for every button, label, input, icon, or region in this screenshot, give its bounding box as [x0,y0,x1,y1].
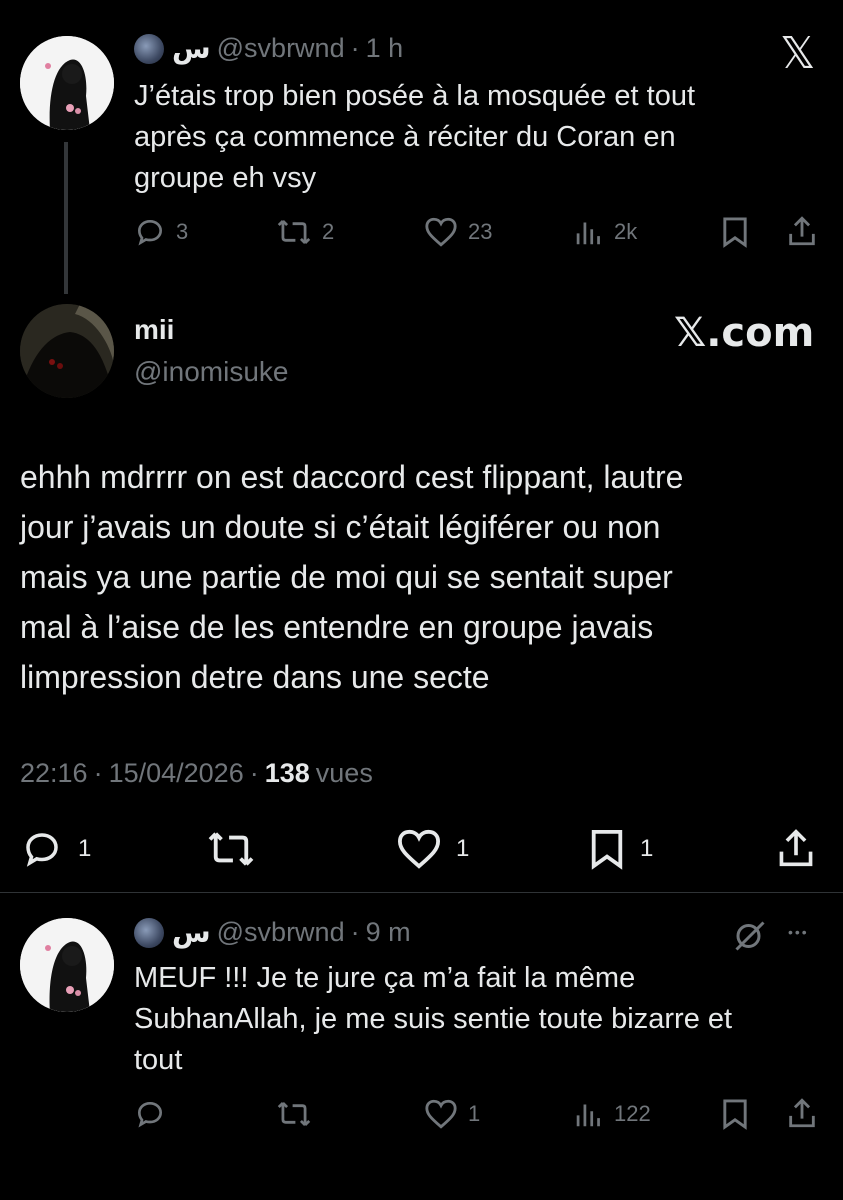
like-button[interactable]: 1 [424,1098,480,1130]
bookmark-icon [588,828,626,870]
avatar[interactable] [20,304,114,398]
tweet-text-line: groupe eh vsy [134,162,317,194]
tweet-text-line: tout [134,1044,183,1076]
bookmark-icon[interactable] [720,216,750,248]
timestamp[interactable]: 9 m [366,917,411,948]
moon-emoji-icon [134,33,164,64]
reply-button[interactable]: 1 [20,828,91,870]
retweet-icon[interactable] [276,1098,312,1130]
tweet-header: س @svbrwnd · 1 h [134,32,403,65]
heart-icon [424,216,458,248]
heart-icon [424,1098,458,1130]
retweet-icon[interactable] [206,828,256,870]
reply-icon [134,216,166,248]
like-count: 23 [468,219,493,244]
tweet-meta: 22:16 · 15/04/2026 · 138 vues [20,758,373,789]
handle[interactable]: @svbrwnd [217,917,345,948]
tweet-text-line: MEUF !!! Je te jure ça m’a fait la même [134,962,636,994]
reply-icon [20,828,64,870]
share-icon[interactable] [776,826,816,870]
views-count: 138 [264,758,310,788]
reply-icon[interactable] [134,1098,166,1130]
views-button[interactable]: 122 [574,1098,651,1130]
retweet-button[interactable]: 2 [276,216,334,248]
timestamp[interactable]: 1 h [366,33,404,64]
like-button[interactable]: 1 [396,828,469,870]
tweet-header: س @svbrwnd · 9 m [134,916,411,949]
display-name[interactable]: mii [134,314,174,346]
tweet-date[interactable]: 15/04/2026 [109,758,244,789]
avatar-image [20,36,114,130]
share-icon[interactable] [786,1096,818,1130]
tweet-text-line: limpression detre dans une secte [20,659,490,695]
separator-dot: · [350,917,360,947]
display-name[interactable]: س [134,916,211,949]
handle[interactable]: @svbrwnd [217,33,345,64]
x-com-watermark: 𝕏.com [674,310,815,356]
retweet-count: 2 [322,219,335,244]
like-count: 1 [468,1101,481,1126]
bookmark-icon[interactable] [720,1098,750,1130]
avatar[interactable] [20,918,114,1012]
display-name[interactable]: س [134,32,211,65]
display-name-text: س [172,33,211,64]
tweet-text-line: SubhanAllah, je me suis sentie toute biz… [134,1003,733,1035]
separator-dot: · [249,758,259,788]
display-name-text: س [172,917,211,948]
views-count: 2k [614,219,638,244]
tweet-text: MEUF !!! Je te jure ça m’a fait la même … [134,958,732,1081]
tweet-text: J’étais trop bien posée à la mosquée et … [134,76,695,199]
tweet-text-line: J’étais trop bien posée à la mosquée et … [134,80,696,112]
tweet-text-line: mais ya une partie de moi qui se sentait… [20,559,673,595]
x-logo-icon[interactable]: 𝕏 [780,28,815,79]
separator-dot: · [350,33,360,63]
share-icon[interactable] [786,214,818,248]
tweet-text-line: mal à l’aise de les entendre en groupe j… [20,609,654,645]
avatar-image [20,304,114,398]
heart-icon [396,828,442,870]
tweet-text-line: ehhh mdrrrr on est daccord cest flippant… [20,459,684,495]
tweet-time[interactable]: 22:16 [20,758,88,789]
reply-count: 3 [176,219,189,244]
views-count: 122 [614,1101,651,1126]
views-label: vues [315,758,373,788]
avatar-image [20,918,114,1012]
bookmark-count: 1 [640,835,654,862]
tweet-text: ehhh mdrrrr on est daccord cest flippant… [20,452,683,702]
more-options-icon[interactable]: ••• [788,924,809,940]
like-count: 1 [456,835,470,862]
tweet-text-line: après ça commence à réciter du Coran en [134,121,676,153]
views-icon [574,216,604,248]
separator-dot: · [93,758,103,788]
avatar[interactable] [20,36,114,130]
tweet-text-line: jour j’avais un doute si c’était légifér… [20,509,661,545]
views-icon [574,1098,604,1130]
reply-count: 1 [78,835,92,862]
divider [0,892,843,893]
like-button[interactable]: 23 [424,216,492,248]
reply-button[interactable]: 3 [134,216,188,248]
handle[interactable]: @inomisuke [134,356,288,388]
moon-emoji-icon [134,917,164,948]
grok-icon[interactable] [732,918,768,954]
retweet-icon [276,216,312,248]
bookmark-button[interactable]: 1 [588,828,653,870]
thread-line [64,142,68,294]
views-button[interactable]: 2k [574,216,637,248]
